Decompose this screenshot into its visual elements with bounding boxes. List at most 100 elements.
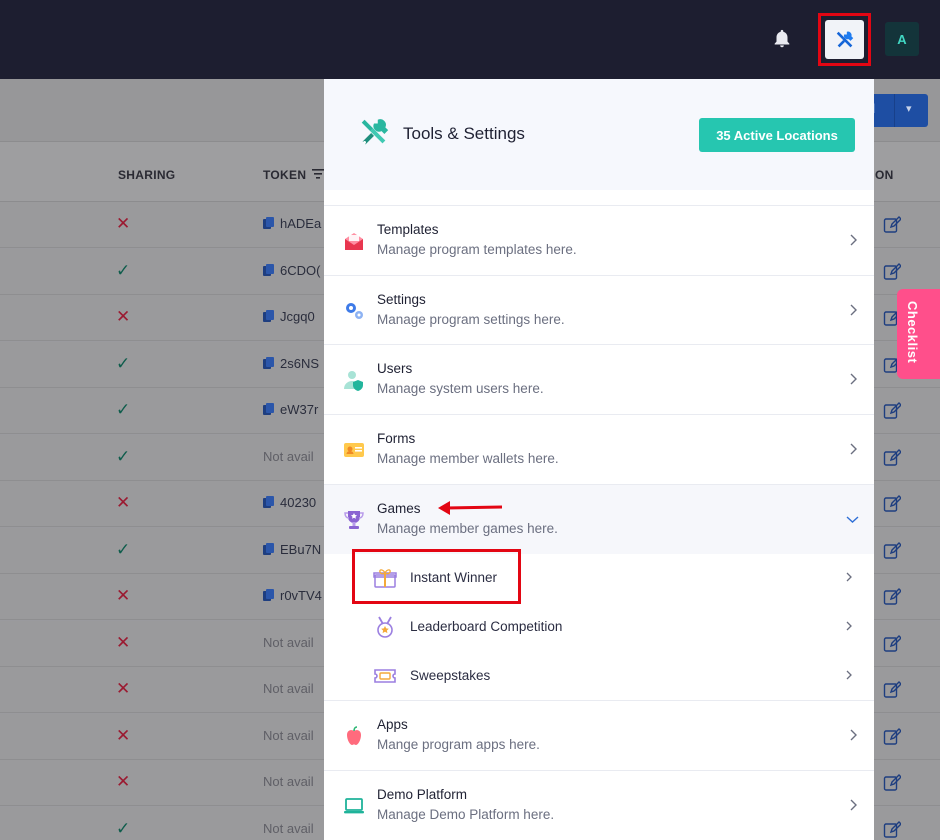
token-value: Not avail [263, 634, 314, 650]
copy-icon[interactable] [263, 403, 274, 416]
menu-item-desc: Manage program templates here. [377, 242, 577, 257]
column-header-token[interactable]: TOKEN [263, 168, 306, 182]
copy-icon[interactable] [263, 310, 274, 323]
token-cell: Jcgq0 [263, 309, 315, 324]
menu-item-desc: Manage system users here. [377, 381, 544, 396]
edit-icon[interactable] [883, 262, 901, 281]
close-icon: ✕ [116, 307, 131, 327]
menu-item-apps[interactable]: Apps Mange program apps here. [324, 701, 874, 770]
token-cell: 6CDO( [263, 263, 320, 278]
menu-item-title: Settings [377, 292, 426, 307]
edit-icon[interactable] [883, 216, 901, 234]
edit-icon[interactable] [883, 541, 901, 560]
check-icon: ✓ [116, 260, 131, 281]
menu-item-forms[interactable]: Forms Manage member wallets here. [324, 415, 874, 484]
token-value: eW37r [280, 402, 319, 417]
button-separator [894, 94, 895, 127]
edit-icon[interactable] [883, 402, 901, 420]
edit-icon[interactable] [883, 588, 901, 606]
token-cell: Not avail [263, 449, 314, 464]
close-icon: ✕ [116, 725, 131, 746]
token-cell: 40230 [263, 495, 316, 510]
copy-icon[interactable] [263, 496, 274, 509]
copy-icon[interactable] [263, 217, 274, 230]
edit-icon[interactable] [883, 495, 901, 513]
menu-item-demo-platform[interactable]: Demo Platform Manage Demo Platform here. [324, 771, 874, 840]
menu-item-title: Games [377, 501, 421, 516]
instant-winner-highlight [352, 549, 521, 604]
bell-icon[interactable] [771, 28, 793, 50]
check-icon: ✓ [116, 818, 131, 839]
mail-template-icon [345, 233, 363, 250]
laptop-icon [344, 798, 364, 814]
token-value: Not avail [263, 820, 314, 836]
submenu-item-sweepstakes[interactable]: Sweepstakes [324, 651, 874, 700]
menu-item-games[interactable]: Games Manage member games here. [324, 485, 874, 554]
token-value: 6CDO( [280, 262, 321, 278]
chevron-right-icon [850, 373, 857, 385]
submenu-item-label: Sweepstakes [410, 668, 491, 683]
submenu-item-label: Leaderboard Competition [410, 619, 563, 634]
tools-settings-panel: Tools & Settings 35 Active Locations Tem… [324, 79, 874, 840]
menu-item-desc: Manage member wallets here. [377, 451, 559, 466]
column-header-sharing[interactable]: SHARING [118, 168, 175, 182]
close-icon: ✕ [116, 632, 131, 653]
edit-icon[interactable] [883, 774, 901, 792]
chevron-down-icon[interactable]: ▾ [906, 102, 912, 115]
chevron-right-icon [846, 572, 852, 582]
edit-icon[interactable] [883, 727, 901, 746]
menu-item-title: Demo Platform [377, 787, 468, 802]
copy-icon[interactable] [263, 263, 274, 277]
filter-icon[interactable] [312, 169, 324, 179]
menu-item-users[interactable]: Users Manage system users here. [324, 345, 874, 414]
token-value: Not avail [263, 448, 314, 464]
copy-icon[interactable] [263, 542, 274, 556]
chevron-right-icon [850, 234, 857, 246]
menu-item-desc: Manage member games here. [377, 521, 558, 536]
token-cell: hADEa [263, 216, 321, 231]
token-cell: 2s6NS [263, 356, 319, 371]
token-cell: Not avail [263, 774, 314, 789]
close-icon: ✕ [116, 214, 131, 234]
menu-item-title: Templates [377, 222, 439, 237]
top-bar: A [0, 0, 940, 79]
active-locations-badge[interactable]: 35 Active Locations [699, 118, 855, 152]
token-value: Not avail [263, 774, 314, 789]
avatar[interactable]: A [885, 22, 919, 56]
chevron-right-icon [850, 729, 857, 741]
chevron-right-icon [846, 621, 852, 631]
chevron-right-icon [850, 304, 857, 316]
menu-item-settings[interactable]: Settings Manage program settings here. [324, 276, 874, 345]
edit-icon[interactable] [883, 448, 901, 467]
edit-icon[interactable] [883, 681, 901, 699]
checklist-tab[interactable]: Checklist [897, 289, 940, 379]
tools-icon [836, 31, 853, 47]
close-icon: ✕ [116, 772, 131, 792]
token-value: 40230 [280, 495, 317, 510]
chevron-right-icon [850, 443, 857, 455]
token-value: Not avail [263, 727, 314, 743]
panel-header: Tools & Settings 35 Active Locations [324, 79, 874, 190]
chevron-right-icon [850, 799, 857, 811]
submenu-item-leaderboard-competition[interactable]: Leaderboard Competition [324, 602, 874, 651]
tools-button-highlight [818, 13, 871, 66]
edit-icon[interactable] [883, 634, 901, 653]
token-cell: Not avail [263, 635, 314, 650]
copy-icon[interactable] [263, 589, 274, 602]
menu-item-templates[interactable]: Templates Manage program templates here. [324, 206, 874, 275]
menu-item-desc: Manage Demo Platform here. [377, 807, 555, 822]
check-icon: ✓ [116, 353, 131, 374]
close-icon: ✕ [116, 493, 131, 513]
token-cell: r0vTV4 [263, 588, 322, 603]
edit-icon[interactable] [883, 820, 901, 839]
column-header-action[interactable]: ON [875, 168, 894, 182]
user-shield-icon [344, 371, 363, 391]
gears-icon [346, 303, 363, 319]
copy-icon[interactable] [263, 356, 274, 370]
checklist-label: Checklist [905, 301, 920, 364]
tools-icon [361, 119, 389, 145]
tools-settings-button[interactable] [825, 20, 864, 59]
token-cell: eW37r [263, 402, 318, 417]
token-value: hADEa [280, 216, 322, 231]
check-icon: ✓ [116, 446, 131, 467]
